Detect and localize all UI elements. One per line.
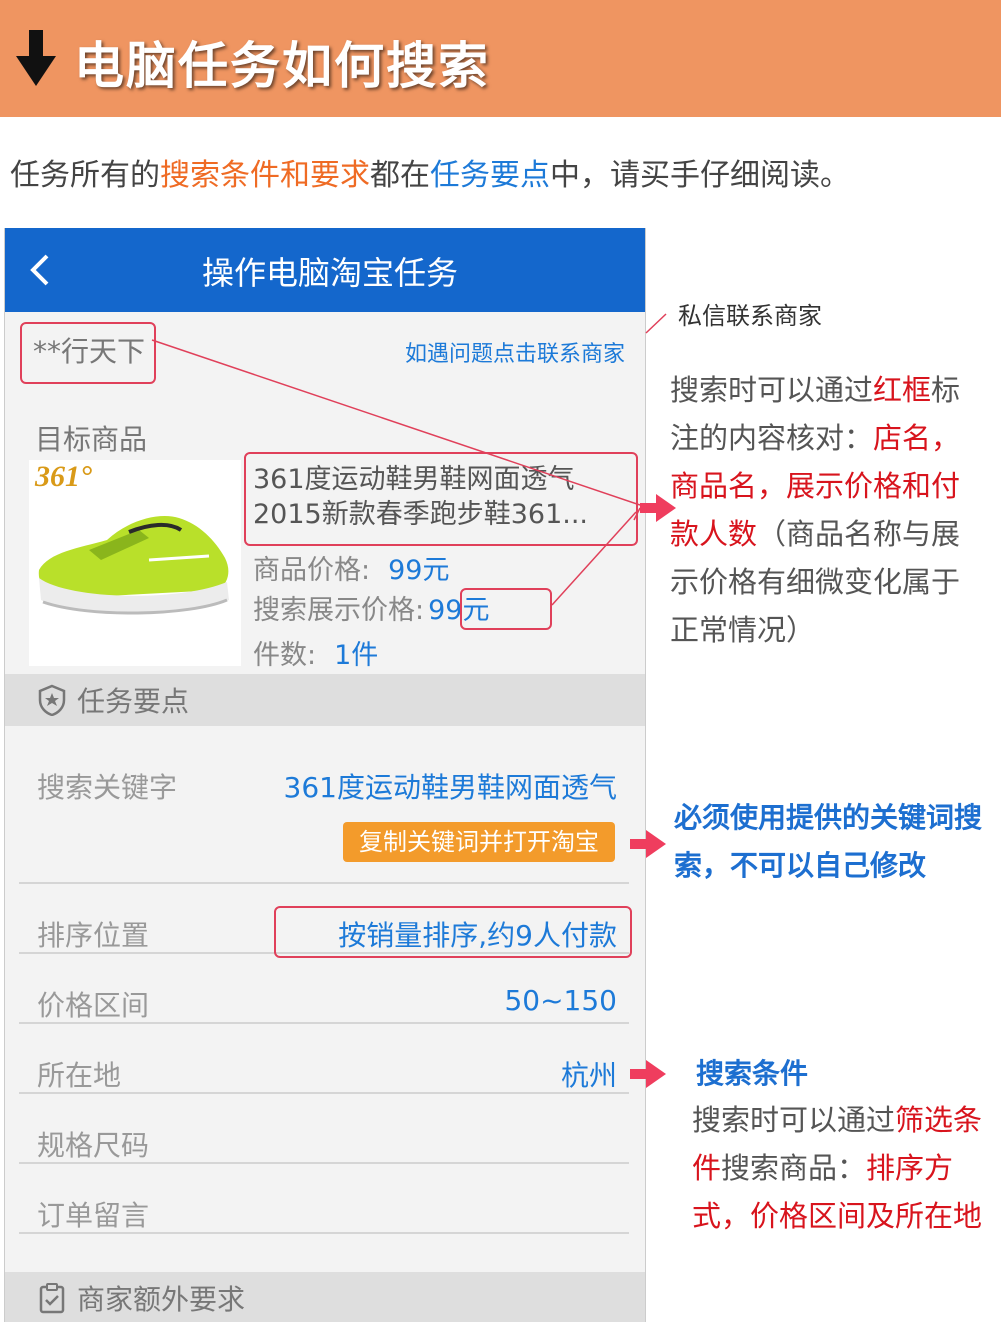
app-bar: 操作电脑淘宝任务 (5, 228, 645, 312)
divider (19, 1092, 629, 1094)
right-arrow-icon (630, 1060, 666, 1088)
extra-requirements-header: 商家额外要求 (5, 1272, 645, 1322)
contact-merchant-link[interactable]: 如遇问题点击联系商家 (405, 336, 625, 368)
size-label: 规格尺码 (37, 1129, 150, 1162)
keyword-note-line2: 索，不可以自己修改 (674, 849, 927, 882)
copy-keyword-button[interactable]: 复制关键词并打开淘宝 (343, 822, 615, 862)
keyword-note-line1: 必须使用提供的关键词搜 (674, 801, 983, 834)
location-label: 所在地 (37, 1059, 122, 1092)
divider (19, 882, 629, 884)
quantity-row: 件数: 1件 (253, 640, 379, 671)
sort-label: 排序位置 (37, 919, 150, 952)
contact-note: 私信联系商家 (678, 302, 822, 330)
intro-text: 任务所有的搜索条件和要求都在任务要点中，请买手仔细阅读。 (10, 158, 850, 193)
product-image: 361° (29, 460, 241, 666)
divider (19, 1022, 629, 1024)
phone-screen: 操作电脑淘宝任务 **行天下 如遇问题点击联系商家 目标商品 361° 361度… (4, 228, 646, 1322)
banner-title: 电脑任务如何搜索 (74, 37, 490, 95)
divider (19, 1232, 629, 1234)
target-product-label: 目标商品 (35, 423, 148, 456)
sort-highlight (274, 906, 632, 958)
shop-name-highlight (20, 322, 156, 384)
keyword-value: 361度运动鞋男鞋网面透气 (283, 771, 617, 804)
display-price-row: 搜索展示价格: 99元 (253, 595, 490, 626)
task-points-header: 任务要点 (5, 674, 645, 726)
keyword-label: 搜索关键字 (37, 771, 178, 804)
app-title: 操作电脑淘宝任务 (201, 254, 458, 292)
product-name-highlight (244, 452, 638, 546)
shield-star-icon (38, 684, 66, 716)
right-arrow-icon (630, 830, 666, 858)
verify-note: 搜索时可以通过红框标注的内容核对：店名，商品名，展示价格和付款人数（商品名称与展… (670, 373, 961, 647)
clipboard-icon (39, 1283, 65, 1314)
price-range-label: 价格区间 (37, 989, 150, 1022)
divider (19, 1162, 629, 1164)
header-banner: 电脑任务如何搜索 (0, 0, 1001, 117)
product-price-row: 商品价格: 99元 (253, 555, 450, 586)
filter-note-title: 搜索条件 (696, 1057, 809, 1090)
brand-logo: 361° (35, 460, 92, 493)
price-range-value: 50~150 (504, 984, 617, 1017)
display-price-highlight (460, 588, 552, 630)
filter-note: 搜索时可以通过筛选条件搜索商品：排序方式，价格区间及所在地 (692, 1103, 983, 1233)
location-value: 杭州 (560, 1059, 617, 1092)
order-message-label: 订单留言 (37, 1199, 150, 1232)
down-arrow-icon (16, 30, 56, 86)
